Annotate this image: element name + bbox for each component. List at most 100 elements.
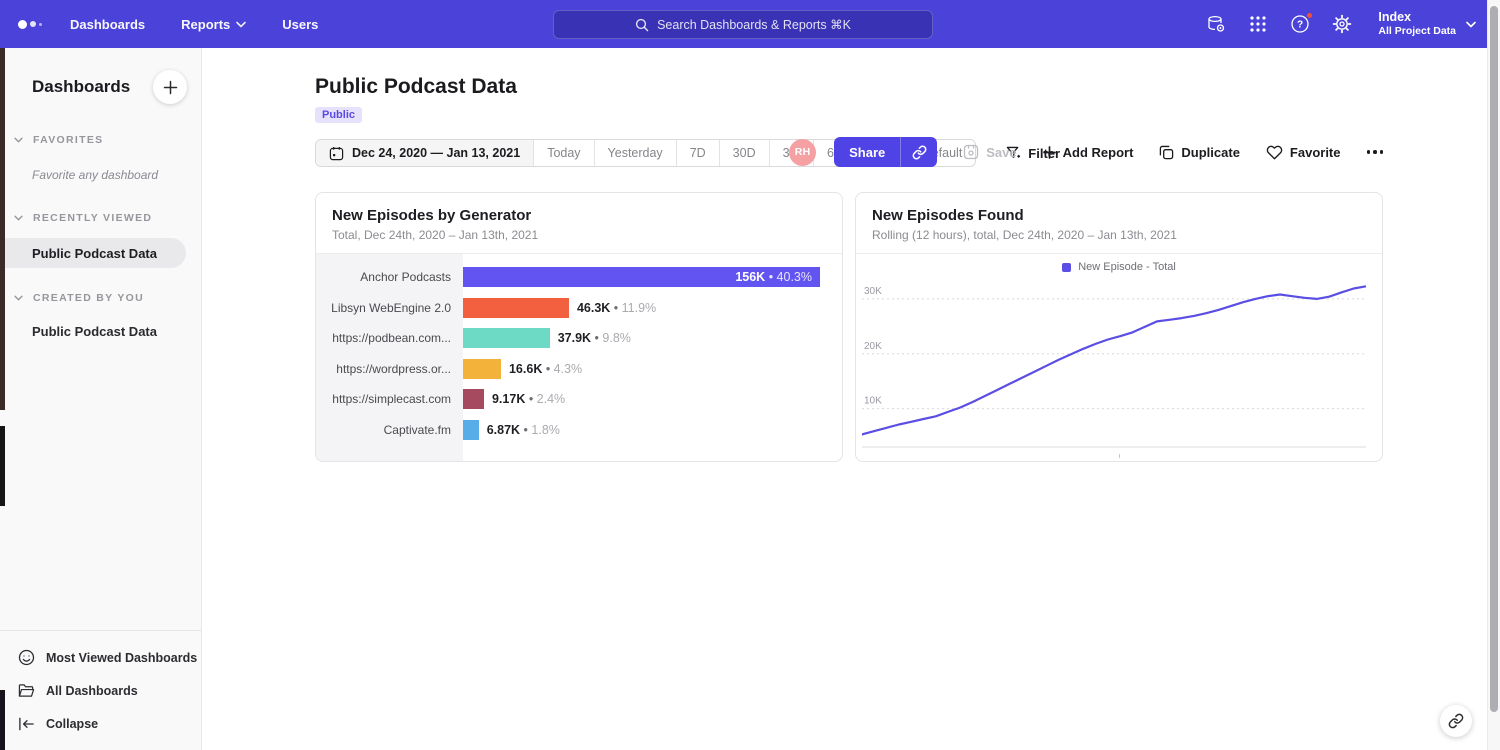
help-icon[interactable]: ? xyxy=(1290,14,1310,34)
nav-users[interactable]: Users xyxy=(282,17,318,32)
bar-track: 46.3K • 11.9% xyxy=(463,298,842,318)
most-viewed-label: Most Viewed Dashboards xyxy=(46,651,197,665)
bar[interactable] xyxy=(463,359,501,379)
svg-text:?: ? xyxy=(1297,20,1303,31)
duplicate-button[interactable]: Duplicate xyxy=(1159,145,1240,160)
bar-row[interactable]: https://wordpress.or...16.6K • 4.3% xyxy=(316,354,842,385)
section-favorites[interactable]: FAVORITES xyxy=(0,134,201,146)
nav-reports[interactable]: Reports xyxy=(181,17,246,32)
bar-row[interactable]: Libsyn WebEngine 2.0 46.3K • 11.9% xyxy=(316,293,842,324)
card-new-episodes-found: New Episodes Found Rolling (12 hours), t… xyxy=(855,192,1383,462)
folder-icon xyxy=(18,683,35,698)
favorite-button[interactable]: Favorite xyxy=(1266,145,1341,160)
chevron-down-icon xyxy=(14,215,23,221)
bar-row[interactable]: https://podbean.com...37.9K • 9.8% xyxy=(316,323,842,354)
bar-value-label: 156K • 40.3% xyxy=(735,270,812,284)
save-label: Save xyxy=(986,145,1016,160)
bar-row[interactable]: Anchor Podcasts156K • 40.3% xyxy=(316,262,842,293)
bar[interactable]: 156K • 40.3% xyxy=(463,267,820,287)
mixpanel-logo-icon[interactable] xyxy=(18,20,42,29)
nav-right-cluster: ? Index All Project Data xyxy=(1206,0,1476,48)
heart-icon xyxy=(1266,145,1283,160)
all-dashboards-button[interactable]: All Dashboards xyxy=(0,674,201,707)
bar-track: 37.9K • 9.8% xyxy=(463,328,842,348)
bar-track: 156K • 40.3% xyxy=(463,267,842,287)
notification-dot xyxy=(1306,12,1313,19)
sidebar: Dashboards FAVORITES Favorite any dashbo… xyxy=(0,48,202,750)
screen-edge-artifact xyxy=(0,48,5,410)
bar-category-label: Libsyn WebEngine 2.0 xyxy=(316,301,463,315)
preset-today[interactable]: Today xyxy=(533,140,593,166)
duplicate-icon xyxy=(1159,145,1174,160)
copy-link-button[interactable] xyxy=(901,137,937,167)
sidebar-item-label: Public Podcast Data xyxy=(32,246,157,261)
most-viewed-dashboards-button[interactable]: Most Viewed Dashboards xyxy=(0,641,201,674)
preset-yesterday[interactable]: Yesterday xyxy=(594,140,676,166)
plus-icon xyxy=(163,80,178,95)
bar-track: 16.6K • 4.3% xyxy=(463,359,842,379)
x-axis-tick xyxy=(1119,454,1120,458)
chart-legend[interactable]: New Episode - Total xyxy=(856,254,1382,277)
bar[interactable] xyxy=(463,389,484,409)
bar-chart: Anchor Podcasts156K • 40.3%Libsyn WebEng… xyxy=(316,254,842,462)
bar-value-label: 37.9K • 9.8% xyxy=(558,331,631,345)
add-dashboard-button[interactable] xyxy=(153,70,187,104)
section-created-by-you[interactable]: CREATED BY YOU xyxy=(0,292,201,304)
scrollbar-thumb[interactable] xyxy=(1490,6,1498,712)
project-subtitle: All Project Data xyxy=(1378,25,1456,38)
bar[interactable] xyxy=(463,420,479,440)
main-content: Public Podcast Data Public RH Share Save… xyxy=(202,48,1500,750)
bar-row[interactable]: Captivate.fm6.87K • 1.8% xyxy=(316,415,842,446)
data-line[interactable] xyxy=(862,286,1366,434)
data-management-icon[interactable] xyxy=(1206,14,1226,34)
card-title: New Episodes Found xyxy=(872,207,1366,224)
bar-value-label: 46.3K • 11.9% xyxy=(577,301,656,315)
preset-7d[interactable]: 7D xyxy=(676,140,719,166)
favorite-label: Favorite xyxy=(1290,145,1341,160)
date-range-picker[interactable]: Dec 24, 2020 — Jan 13, 2021 xyxy=(316,140,533,166)
avatar[interactable]: RH xyxy=(789,139,816,166)
nav-dashboards[interactable]: Dashboards xyxy=(70,17,145,32)
settings-gear-icon[interactable] xyxy=(1332,14,1352,34)
sidebar-title: Dashboards xyxy=(32,77,130,97)
share-button[interactable]: Share xyxy=(834,137,937,167)
line-chart: 10K20K30K xyxy=(856,277,1382,454)
duplicate-label: Duplicate xyxy=(1181,145,1240,160)
y-tick-label: 30K xyxy=(864,286,882,297)
apps-grid-icon[interactable] xyxy=(1248,14,1268,34)
sidebar-item-public-podcast-data-created[interactable]: Public Podcast Data xyxy=(0,324,201,339)
collapse-sidebar-button[interactable]: Collapse xyxy=(0,707,201,740)
header-actions: RH Share Save Add Report Duplicate xyxy=(789,137,1383,167)
legend-label: New Episode - Total xyxy=(1078,261,1176,273)
card-title: New Episodes by Generator xyxy=(332,207,826,224)
add-report-button[interactable]: Add Report xyxy=(1043,145,1134,160)
preset-30d[interactable]: 30D xyxy=(719,140,769,166)
favorites-empty-text: Favorite any dashboard xyxy=(0,168,201,182)
nav-dashboards-label: Dashboards xyxy=(70,17,145,32)
save-button[interactable]: Save xyxy=(963,144,1016,160)
calendar-icon xyxy=(329,146,344,161)
section-favorites-label: FAVORITES xyxy=(33,134,103,146)
card-subtitle: Total, Dec 24th, 2020 – Jan 13th, 2021 xyxy=(332,228,826,242)
card-new-episodes-by-generator: New Episodes by Generator Total, Dec 24t… xyxy=(315,192,843,462)
bar-category-label: https://wordpress.or... xyxy=(316,362,463,376)
chevron-down-icon xyxy=(14,295,23,301)
search-icon xyxy=(635,18,649,32)
project-switcher[interactable]: Index All Project Data xyxy=(1378,10,1476,39)
floating-link-button[interactable] xyxy=(1440,705,1472,737)
bar-category-label: https://simplecast.com xyxy=(316,392,463,406)
global-search-input[interactable]: Search Dashboards & Reports ⌘K xyxy=(553,10,933,39)
top-nav: Dashboards Reports Users Search Dashboar… xyxy=(0,0,1500,48)
y-tick-label: 10K xyxy=(864,396,882,407)
section-recently-viewed[interactable]: RECENTLY VIEWED xyxy=(0,212,201,224)
more-options-button[interactable] xyxy=(1367,150,1384,154)
bar[interactable] xyxy=(463,328,550,348)
date-range-label: Dec 24, 2020 — Jan 13, 2021 xyxy=(352,146,520,160)
sidebar-item-public-podcast-data-recent[interactable]: Public Podcast Data xyxy=(0,238,186,268)
bar-value-label: 9.17K • 2.4% xyxy=(492,392,565,406)
bar-row[interactable]: https://simplecast.com 9.17K • 2.4% xyxy=(316,384,842,415)
bar-track: 9.17K • 2.4% xyxy=(463,389,842,409)
bar[interactable] xyxy=(463,298,569,318)
bar-track: 6.87K • 1.8% xyxy=(463,420,842,440)
chevron-down-icon xyxy=(1466,21,1476,28)
